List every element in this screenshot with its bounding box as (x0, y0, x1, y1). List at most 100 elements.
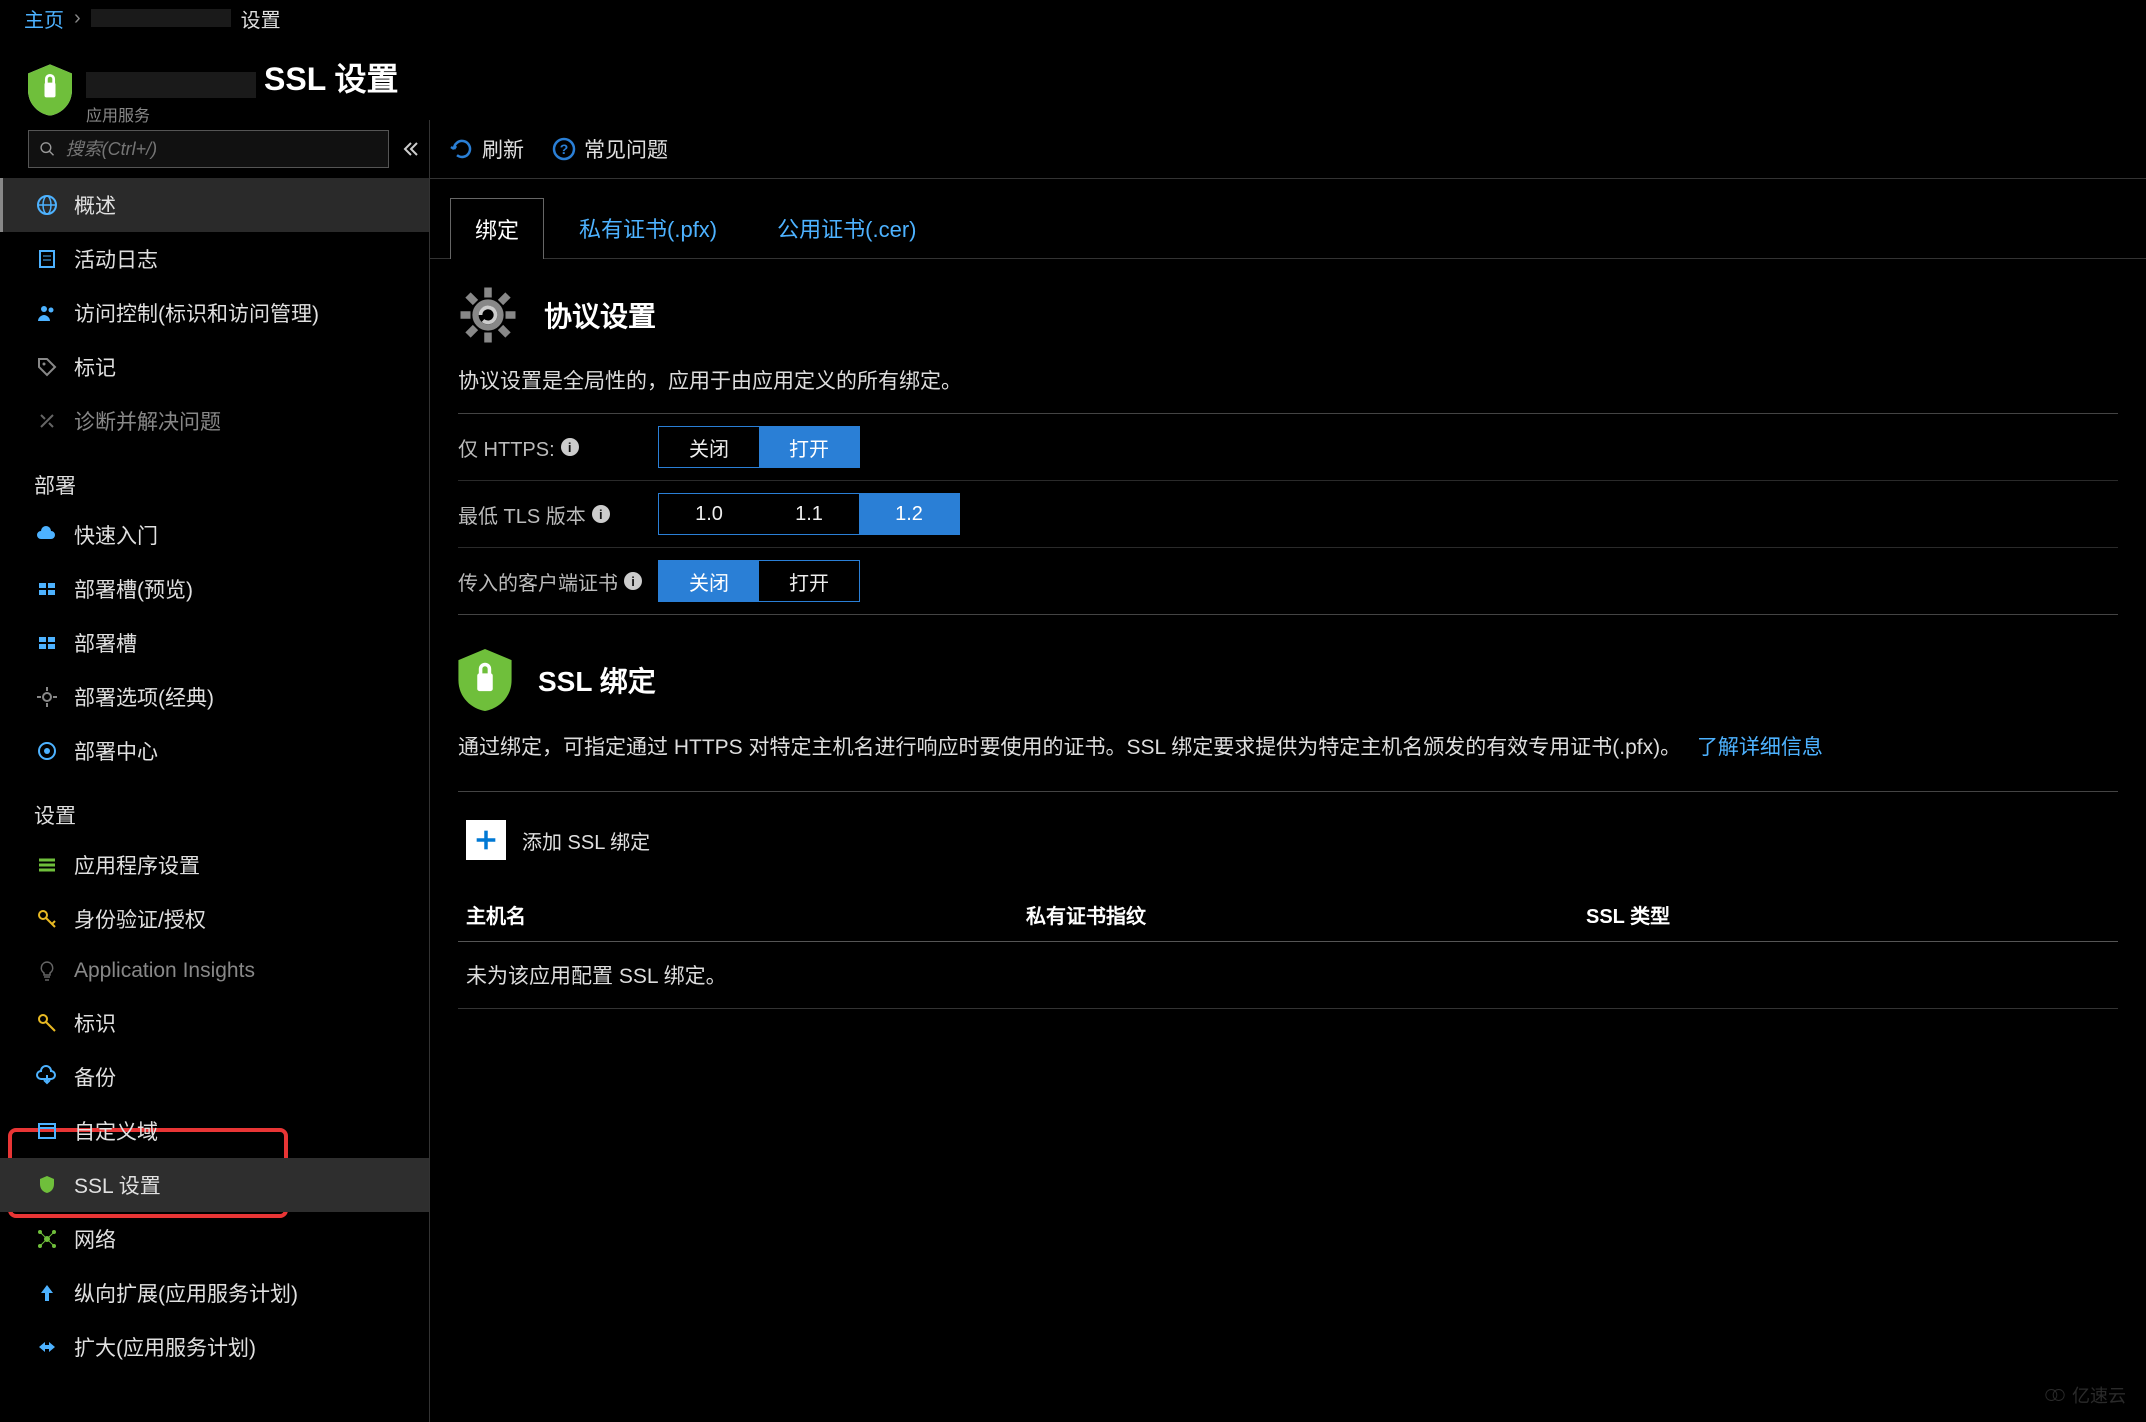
sidebar-group-settings: 设置 (0, 778, 429, 838)
sidebar-item-label: 标记 (74, 352, 116, 382)
faq-button[interactable]: ? 常见问题 (552, 134, 668, 164)
cloud-icon (34, 522, 60, 548)
sidebar-item-label: 部署槽(预览) (74, 574, 193, 604)
col-thumbprint: 私有证书指纹 (1026, 900, 1586, 929)
shield-lock-icon (458, 649, 512, 711)
tab-public-cert[interactable]: 公用证书(.cer) (752, 197, 941, 258)
sidebar-item-label: 网络 (74, 1224, 116, 1254)
info-icon[interactable]: i (561, 438, 579, 456)
key-icon (34, 906, 60, 932)
https-only-label: 仅 HTTPS: (458, 433, 555, 462)
tools-icon (34, 408, 60, 434)
search-icon (39, 140, 56, 158)
help-icon: ? (552, 137, 576, 161)
protocol-heading: 协议设置 (544, 295, 656, 335)
gear-icon (458, 285, 518, 345)
sidebar-item-label: 扩大(应用服务计划) (74, 1332, 256, 1362)
breadcrumb: 主页 › 设置 (0, 0, 2146, 36)
sidebar-item-label: 纵向扩展(应用服务计划) (74, 1278, 298, 1308)
refresh-icon (450, 137, 474, 161)
appset-icon (34, 852, 60, 878)
collapse-sidebar-icon[interactable] (397, 137, 421, 161)
client-cert-off-btn[interactable]: 关闭 (659, 561, 759, 601)
info-icon[interactable]: i (624, 572, 642, 590)
sidebar-item-deploy-center[interactable]: 部署中心 (0, 724, 429, 778)
protocol-section: 协议设置 协议设置是全局性的，应用于由应用定义的所有绑定。 仅 HTTPS:i … (430, 259, 2146, 623)
tab-private-cert[interactable]: 私有证书(.pfx) (554, 197, 742, 258)
page-title: SSL 设置 (264, 54, 399, 100)
sidebar-item-app-settings[interactable]: 应用程序设置 (0, 838, 429, 892)
sidebar: 概述活动日志访问控制(标识和访问管理) 标记诊断并解决问题 部署 快速入门部署槽(… (0, 120, 430, 1422)
protocol-desc: 协议设置是全局性的，应用于由应用定义的所有绑定。 (458, 361, 2118, 414)
key2-icon (34, 1010, 60, 1036)
scaleout-icon (34, 1334, 60, 1360)
sidebar-item-slots-preview[interactable]: 部署槽(预览) (0, 562, 429, 616)
client-cert-on-btn[interactable]: 打开 (759, 561, 859, 601)
https-off-btn[interactable]: 关闭 (659, 427, 759, 467)
sidebar-item-label: 应用程序设置 (74, 850, 200, 880)
sidebar-item-network[interactable]: 网络 (0, 1212, 429, 1266)
tls-option-1-2[interactable]: 1.2 (859, 494, 959, 534)
sidebar-group-deploy: 部署 (0, 448, 429, 508)
sidebar-item-diagnose[interactable]: 诊断并解决问题 (0, 394, 429, 448)
tls-option-1-1[interactable]: 1.1 (759, 494, 859, 534)
tls-min-label: 最低 TLS 版本 (458, 500, 586, 529)
watermark: 亿速云 (2044, 1382, 2126, 1408)
refresh-label: 刷新 (482, 134, 524, 164)
search-input-wrapper[interactable] (28, 130, 389, 168)
setting-client-cert: 传入的客户端证书i 关闭 打开 (458, 548, 2118, 615)
sidebar-item-deploy-options[interactable]: 部署选项(经典) (0, 670, 429, 724)
tab-bindings[interactable]: 绑定 (450, 198, 544, 259)
https-only-toggle[interactable]: 关闭 打开 (658, 426, 860, 468)
learn-more-link[interactable]: 了解详细信息 (1697, 736, 1823, 759)
sidebar-item-access-control[interactable]: 访问控制(标识和访问管理) (0, 286, 429, 340)
plus-icon (466, 820, 506, 860)
sidebar-item-slots[interactable]: 部署槽 (0, 616, 429, 670)
client-cert-toggle[interactable]: 关闭 打开 (658, 560, 860, 602)
sidebar-item-tags[interactable]: 标记 (0, 340, 429, 394)
breadcrumb-trail: 设置 (241, 4, 281, 33)
sidebar-item-scale-up[interactable]: 纵向扩展(应用服务计划) (0, 1266, 429, 1320)
tls-option-1-0[interactable]: 1.0 (659, 494, 759, 534)
col-host: 主机名 (466, 900, 1026, 929)
add-ssl-binding-button[interactable]: 添加 SSL 绑定 (458, 792, 2118, 888)
col-type: SSL 类型 (1586, 900, 2110, 929)
sidebar-item-ssl-settings[interactable]: SSL 设置 (0, 1158, 429, 1212)
toolbar: 刷新 ? 常见问题 (430, 120, 2146, 179)
sidebar-item-scale-out[interactable]: 扩大(应用服务计划) (0, 1320, 429, 1374)
sidebar-item-app-insights[interactable]: Application Insights (0, 946, 429, 996)
scaleup-icon (34, 1280, 60, 1306)
domain-icon (34, 1118, 60, 1144)
slots-icon (34, 576, 60, 602)
sidebar-item-label: 身份验证/授权 (74, 904, 206, 934)
sidebar-item-label: 快速入门 (74, 520, 158, 550)
info-icon[interactable]: i (592, 505, 610, 523)
sidebar-item-label: 自定义域 (74, 1116, 158, 1146)
sidebar-item-overview[interactable]: 概述 (0, 178, 429, 232)
globe-icon (34, 192, 60, 218)
https-on-btn[interactable]: 打开 (759, 427, 859, 467)
sidebar-item-label: 诊断并解决问题 (74, 406, 221, 436)
sidebar-item-identity[interactable]: 标识 (0, 996, 429, 1050)
sidebar-item-quickstart[interactable]: 快速入门 (0, 508, 429, 562)
sidebar-item-label: 访问控制(标识和访问管理) (74, 298, 319, 328)
breadcrumb-home[interactable]: 主页 (24, 4, 64, 33)
shield-icon (28, 64, 72, 116)
ssl-binding-section: SSL 绑定 通过绑定，可指定通过 HTTPS 对特定主机名进行响应时要使用的证… (430, 623, 2146, 1017)
add-ssl-binding-label: 添加 SSL 绑定 (522, 826, 650, 855)
sidebar-item-activity-log[interactable]: 活动日志 (0, 232, 429, 286)
shield-icon (34, 1172, 60, 1198)
search-input[interactable] (66, 139, 378, 160)
tls-version-toggle[interactable]: 1.01.11.2 (658, 493, 960, 535)
bulb-icon (34, 958, 60, 984)
refresh-button[interactable]: 刷新 (450, 134, 524, 164)
sidebar-item-custom-domain[interactable]: 自定义域 (0, 1104, 429, 1158)
sidebar-item-auth[interactable]: 身份验证/授权 (0, 892, 429, 946)
sidebar-item-label: 活动日志 (74, 244, 158, 274)
sidebar-item-label: SSL 设置 (74, 1170, 161, 1200)
sidebar-item-backup[interactable]: 备份 (0, 1050, 429, 1104)
sidebar-item-label: 部署槽 (74, 628, 137, 658)
sidebar-item-label: 部署中心 (74, 736, 158, 766)
sidebar-item-label: 标识 (74, 1008, 116, 1038)
header-redacted (86, 72, 256, 98)
